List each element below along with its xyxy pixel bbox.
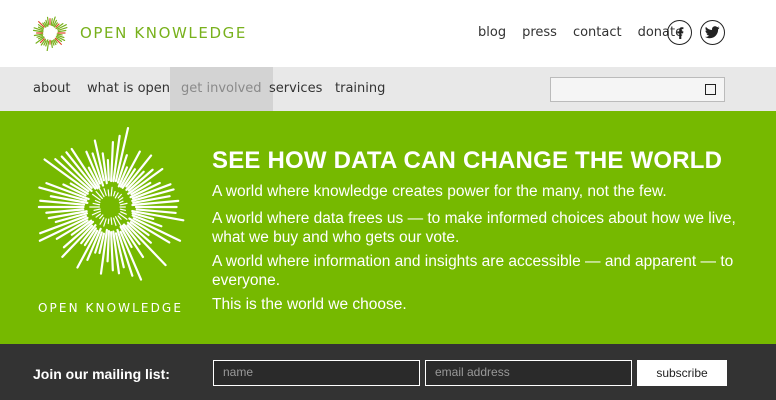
hero-paragraph: A world where data frees us — to make in… bbox=[212, 210, 736, 246]
nav-item-training[interactable]: training bbox=[335, 67, 385, 111]
hero-title: SEE HOW DATA CAN CHANGE THE WORLD bbox=[212, 147, 723, 174]
search-submit-icon[interactable] bbox=[705, 84, 716, 95]
top-links: blog press contact donate bbox=[478, 25, 699, 40]
mailing-list-label: Join our mailing list: bbox=[33, 366, 170, 382]
name-field[interactable]: name bbox=[213, 360, 420, 386]
hero-logo-text: OPEN KNOWLEDGE bbox=[38, 301, 183, 315]
hero-paragraph: A world where information and insights a… bbox=[212, 253, 734, 289]
search-box bbox=[550, 77, 725, 102]
twitter-icon[interactable] bbox=[700, 20, 725, 45]
logo-text: OPEN KNOWLEDGE bbox=[80, 24, 247, 42]
main-nav: about what is open? get involved service… bbox=[0, 67, 776, 111]
site-header: OPEN KNOWLEDGE blog press contact donate bbox=[0, 0, 776, 67]
nav-item-what-is-open[interactable]: what is open? bbox=[87, 67, 177, 111]
mailing-list-bar: Join our mailing list: name email addres… bbox=[0, 344, 776, 400]
email-field[interactable]: email address bbox=[425, 360, 632, 386]
site-logo[interactable]: OPEN KNOWLEDGE bbox=[32, 15, 247, 51]
search-input[interactable] bbox=[551, 78, 691, 101]
blog-link[interactable]: blog bbox=[478, 25, 506, 40]
subscribe-button[interactable]: subscribe bbox=[637, 360, 727, 386]
open-knowledge-logo-icon bbox=[32, 16, 68, 51]
nav-item-services[interactable]: services bbox=[269, 67, 322, 111]
contact-link[interactable]: contact bbox=[573, 25, 622, 40]
hero-banner: OPEN KNOWLEDGE SEE HOW DATA CAN CHANGE T… bbox=[0, 111, 776, 344]
hero-paragraph: This is the world we choose. bbox=[212, 296, 407, 313]
nav-item-about[interactable]: about bbox=[33, 67, 71, 111]
nav-item-get-involved[interactable]: get involved bbox=[170, 67, 273, 111]
sunburst-logo-icon bbox=[37, 127, 185, 281]
hero-paragraph: A world where knowledge creates power fo… bbox=[212, 183, 667, 200]
press-link[interactable]: press bbox=[522, 25, 557, 40]
facebook-icon[interactable] bbox=[667, 20, 692, 45]
